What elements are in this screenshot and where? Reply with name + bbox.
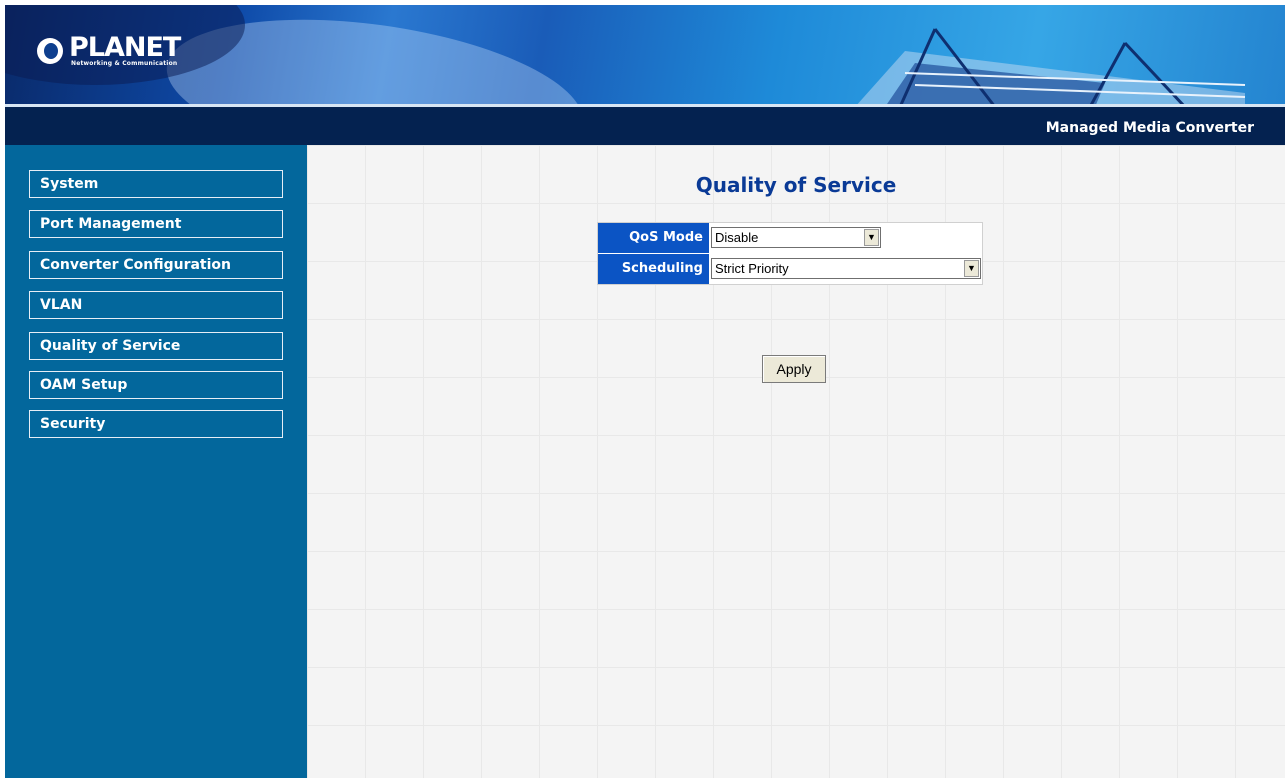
header-banner: PLANET Networking & Communication (5, 5, 1285, 105)
sidebar-item-security[interactable]: Security (29, 410, 283, 438)
sidebar-item-vlan[interactable]: VLAN (29, 291, 283, 319)
scheduling-value: Strict Priority (715, 261, 789, 276)
building-graphic (856, 28, 1246, 105)
sidebar-item-quality-of-service[interactable]: Quality of Service (29, 332, 283, 360)
logo-text-block: PLANET Networking & Communication (69, 31, 181, 67)
planet-logo: PLANET Networking & Communication (37, 31, 181, 71)
qos-mode-label: QoS Mode (598, 223, 709, 253)
logo-subtitle: Networking & Communication (71, 59, 178, 67)
sidebar: System Port Management Converter Configu… (5, 145, 307, 778)
title-bar: Managed Media Converter (5, 107, 1285, 145)
scheduling-label: Scheduling (598, 254, 709, 284)
page-title: Quality of Service (695, 173, 897, 197)
sidebar-item-port-management[interactable]: Port Management (29, 210, 283, 238)
main-content: Quality of Service QoS Mode Disable ▼ Sc… (307, 145, 1285, 778)
product-name: Managed Media Converter (1045, 120, 1254, 136)
app-frame: PLANET Networking & Communication Manage… (5, 5, 1285, 778)
sidebar-item-converter-configuration[interactable]: Converter Configuration (29, 251, 283, 279)
scheduling-select[interactable]: Strict Priority ▼ (711, 258, 981, 279)
qos-mode-value: Disable (715, 230, 759, 245)
scheduling-row: Scheduling Strict Priority ▼ (598, 254, 984, 284)
sidebar-item-system[interactable]: System (29, 170, 283, 198)
chevron-down-icon[interactable]: ▼ (864, 229, 879, 246)
sidebar-item-oam-setup[interactable]: OAM Setup (29, 371, 283, 399)
qos-settings-table: QoS Mode Disable ▼ Scheduling Strict Pri… (597, 222, 983, 285)
planet-logo-icon (37, 38, 63, 64)
qos-mode-select[interactable]: Disable ▼ (711, 227, 881, 248)
chevron-down-icon[interactable]: ▼ (964, 260, 979, 277)
apply-button[interactable]: Apply (762, 355, 826, 383)
qos-mode-row: QoS Mode Disable ▼ (598, 223, 984, 253)
logo-text: PLANET (69, 31, 181, 63)
